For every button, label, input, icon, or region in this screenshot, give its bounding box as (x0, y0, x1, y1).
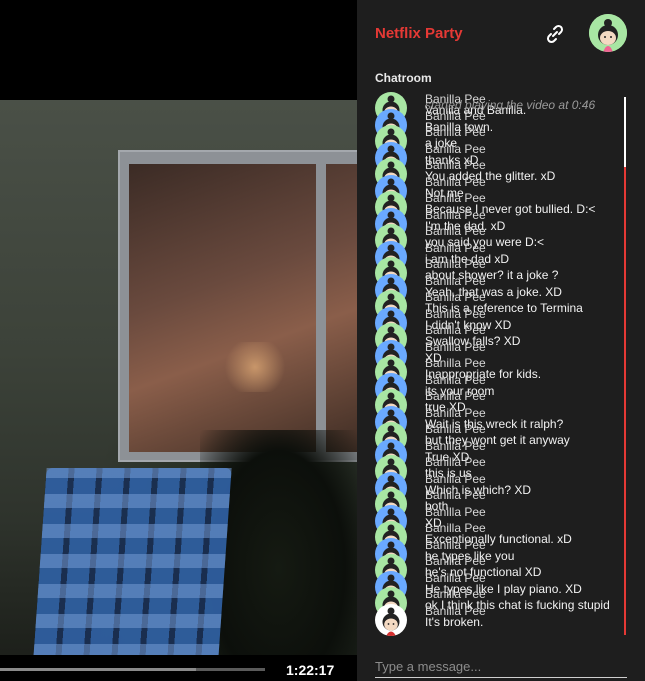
time-display: 1:22:17 (286, 662, 335, 678)
progress-bar[interactable] (0, 668, 265, 671)
link-icon[interactable] (543, 22, 567, 46)
chat-scrollbar-track[interactable] (624, 97, 626, 635)
player-controls: 1:22:17 (0, 655, 357, 681)
chat-message: Banilla Pee It's broken. (375, 603, 625, 638)
user-avatar-icon[interactable] (589, 14, 627, 52)
message-input[interactable] (375, 655, 627, 678)
video-window-scene (118, 150, 357, 462)
message-list[interactable]: Banilla Pee Vanilla and Banilla. Banilla P… (375, 92, 625, 640)
brand-title: Netflix Party (375, 25, 463, 42)
progress-bar-fill (0, 668, 197, 671)
video-chair-scene (33, 468, 232, 658)
video-player[interactable]: 1:22:17 (0, 0, 357, 681)
chat-sidebar: Netflix Party Chatroom Banilla Pee Vanill… (357, 0, 645, 681)
video-frame (0, 100, 357, 660)
message-avatar-icon (375, 603, 407, 636)
message-text: It's broken. (425, 614, 484, 629)
system-message: started playing the video at 0:46 (425, 98, 596, 112)
chatroom-heading: Chatroom (375, 71, 432, 85)
chat-scrollbar-thumb[interactable] (624, 97, 626, 167)
